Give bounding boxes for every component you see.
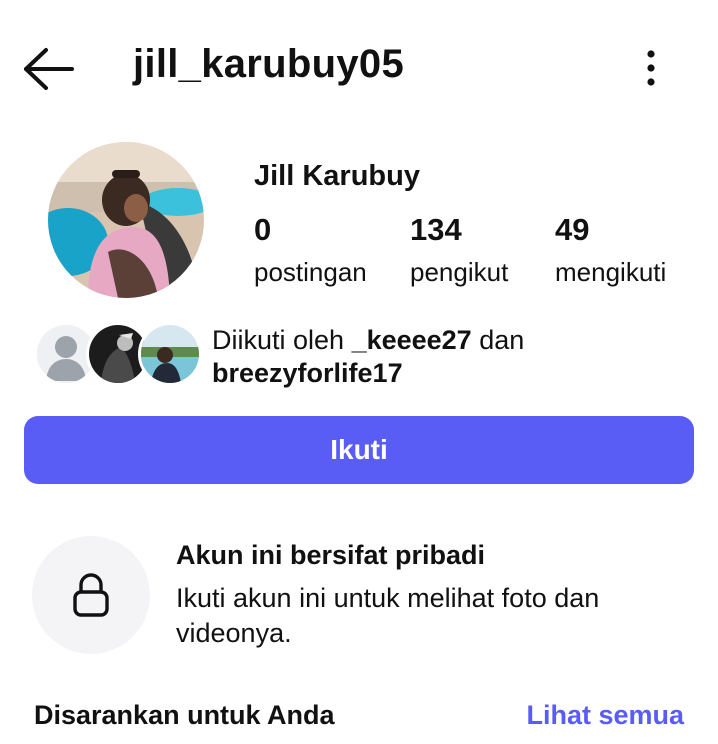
- top-bar: jill_karubuy05: [0, 0, 718, 140]
- posts-count: 0: [254, 212, 272, 247]
- mutual-prefix: Diikuti oleh: [212, 325, 352, 355]
- mutual-user-1[interactable]: _keeee27: [352, 325, 472, 355]
- mutual-user-2[interactable]: breezyforlife17: [212, 358, 403, 388]
- profile-avatar[interactable]: [48, 142, 204, 298]
- following-count: 49: [555, 212, 590, 247]
- arrow-left-icon: [24, 48, 74, 90]
- back-button[interactable]: [22, 46, 78, 92]
- mutual-conjunction: dan: [471, 325, 525, 355]
- lock-icon: [73, 573, 109, 617]
- followers-label: pengikut: [410, 257, 509, 287]
- more-options-button[interactable]: [634, 46, 668, 90]
- private-account-description: Ikuti akun ini untuk melihat foto dan vi…: [176, 583, 600, 648]
- lock-circle: [32, 536, 150, 654]
- mutual-followers[interactable]: Diikuti oleh _keeee27 dan breezyforlife17: [34, 318, 694, 390]
- suggested-for-you-title: Disarankan untuk Anda: [34, 700, 335, 730]
- posts-stat: 0 postingan: [254, 212, 367, 288]
- follow-button[interactable]: Ikuti: [24, 416, 694, 484]
- see-all-link[interactable]: Lihat semua: [526, 700, 684, 731]
- mutual-avatar-3: [138, 322, 202, 386]
- followers-count: 134: [410, 212, 462, 247]
- followers-stat[interactable]: 134 pengikut: [410, 212, 508, 288]
- following-stat[interactable]: 49 mengikuti: [555, 212, 666, 288]
- following-label: mengikuti: [555, 257, 667, 287]
- posts-label: postingan: [254, 257, 367, 287]
- profile-display-name: Jill Karubuy: [254, 160, 420, 192]
- private-account-title: Akun ini bersifat pribadi: [176, 540, 486, 570]
- more-vertical-icon: [647, 50, 655, 86]
- profile-username: jill_karubuy05: [133, 42, 404, 86]
- mutual-followers-text: Diikuti oleh _keeee27 dan breezyforlife17: [212, 324, 524, 390]
